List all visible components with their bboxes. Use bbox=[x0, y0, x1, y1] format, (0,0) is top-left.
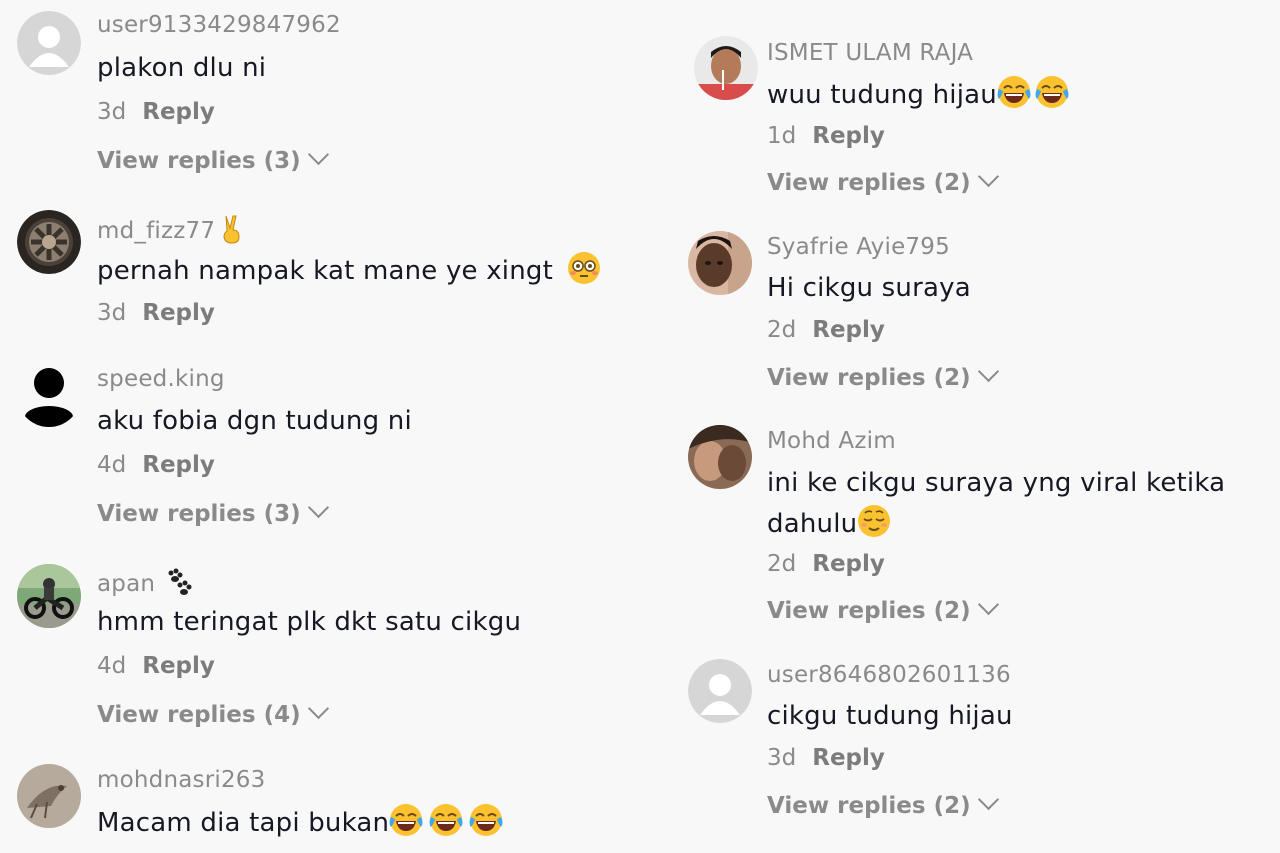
reply-button[interactable]: Reply bbox=[812, 317, 885, 343]
reply-button[interactable]: Reply bbox=[142, 653, 215, 679]
comment-meta: 3d Reply bbox=[97, 99, 215, 125]
bird-avatar-icon[interactable] bbox=[17, 764, 81, 828]
comment-meta: 2d Reply bbox=[767, 317, 885, 343]
car-wheel-avatar-icon[interactable] bbox=[17, 210, 81, 274]
view-replies-label: View replies (4) bbox=[97, 702, 301, 728]
silhouette-avatar-icon[interactable] bbox=[17, 363, 81, 427]
comment-meta: 3d Reply bbox=[767, 745, 885, 771]
comment-age: 3d bbox=[97, 300, 127, 326]
view-replies-label: View replies (3) bbox=[97, 148, 301, 174]
view-replies-label: View replies (2) bbox=[767, 170, 971, 196]
comment-username[interactable]: user8646802601136 bbox=[767, 662, 1011, 688]
face-avatar-icon[interactable] bbox=[688, 231, 752, 295]
view-replies-button[interactable]: View replies (3) bbox=[97, 496, 329, 527]
comments-screen: user9133429847962 plakon dlu ni 3d Reply … bbox=[0, 0, 1280, 853]
comment-username-text: md_fizz77 bbox=[97, 218, 216, 244]
chevron-down-icon bbox=[307, 697, 329, 720]
view-replies-label: View replies (3) bbox=[97, 501, 301, 527]
comment-text: hmm teringat plk dkt satu cikgu bbox=[97, 607, 522, 637]
chevron-down-icon bbox=[977, 593, 999, 616]
comment-age: 3d bbox=[97, 99, 127, 125]
view-replies-button[interactable]: View replies (2) bbox=[767, 360, 999, 391]
default-avatar-icon[interactable] bbox=[688, 659, 752, 723]
couple-avatar-icon[interactable] bbox=[688, 425, 752, 489]
comment-text: wuu tudung hijau bbox=[767, 75, 1069, 115]
comment-text-body: dahulu bbox=[767, 509, 858, 539]
tears-of-joy-emoji-icon bbox=[389, 803, 423, 837]
motorbike-avatar-icon[interactable] bbox=[17, 564, 81, 628]
view-replies-button[interactable]: View replies (4) bbox=[97, 697, 329, 728]
relieved-face-emoji-icon bbox=[857, 504, 891, 538]
chevron-down-icon bbox=[977, 165, 999, 188]
chevron-down-icon bbox=[977, 788, 999, 811]
comment-age: 2d bbox=[767, 551, 797, 577]
tears-of-joy-emoji-icon bbox=[997, 75, 1031, 109]
view-replies-label: View replies (2) bbox=[767, 793, 971, 819]
chevron-down-icon bbox=[977, 360, 999, 383]
comment-age: 4d bbox=[97, 653, 127, 679]
comment-age: 1d bbox=[767, 123, 797, 149]
comment-age: 4d bbox=[97, 452, 127, 478]
victory-hand-emoji-icon bbox=[219, 214, 247, 244]
comment-text: aku fobia dgn tudung ni bbox=[97, 406, 412, 436]
view-replies-button[interactable]: View replies (2) bbox=[767, 593, 999, 624]
tears-of-joy-emoji-icon bbox=[469, 803, 503, 837]
reply-button[interactable]: Reply bbox=[142, 300, 215, 326]
comment-username[interactable]: apan bbox=[97, 567, 193, 597]
comment-text-line: ini ke cikgu suraya yng viral ketika bbox=[767, 468, 1226, 498]
flushed-face-emoji-icon bbox=[567, 251, 601, 285]
chevron-down-icon bbox=[307, 496, 329, 519]
comment-text: pernah nampak kat mane ye xingt bbox=[97, 251, 601, 291]
comment-text-body: Macam dia tapi bukan bbox=[97, 808, 390, 838]
comment-username[interactable]: md_fizz77 bbox=[97, 214, 247, 244]
comment-text: dahulu bbox=[767, 504, 891, 544]
paw-prints-emoji-icon bbox=[165, 567, 193, 597]
comment-username[interactable]: user9133429847962 bbox=[97, 12, 341, 38]
comment-text: plakon dlu ni bbox=[97, 53, 267, 83]
reply-button[interactable]: Reply bbox=[812, 551, 885, 577]
tears-of-joy-emoji-icon bbox=[1035, 75, 1069, 109]
comment-meta: 4d Reply bbox=[97, 653, 215, 679]
reply-button[interactable]: Reply bbox=[142, 452, 215, 478]
tears-of-joy-emoji-icon bbox=[429, 803, 463, 837]
comment-meta: 3d Reply bbox=[97, 300, 215, 326]
comment-username[interactable]: Mohd Azim bbox=[767, 428, 896, 454]
view-replies-button[interactable]: View replies (3) bbox=[97, 143, 329, 174]
comment-username-text: apan bbox=[97, 571, 156, 597]
comment-meta: 4d Reply bbox=[97, 452, 215, 478]
comment-text: cikgu tudung hijau bbox=[767, 701, 1013, 731]
reply-button[interactable]: Reply bbox=[142, 99, 215, 125]
default-avatar-icon[interactable] bbox=[17, 11, 81, 75]
comment-username[interactable]: mohdnasri263 bbox=[97, 767, 265, 793]
comment-text: Hi cikgu suraya bbox=[767, 273, 971, 303]
comment-username[interactable]: Syafrie Ayie795 bbox=[767, 234, 950, 260]
comment-age: 3d bbox=[767, 745, 797, 771]
comment-username[interactable]: speed.king bbox=[97, 366, 225, 392]
reply-button[interactable]: Reply bbox=[812, 123, 885, 149]
person-avatar-icon[interactable] bbox=[694, 36, 758, 100]
view-replies-button[interactable]: View replies (2) bbox=[767, 788, 999, 819]
comment-username[interactable]: ISMET ULAM RAJA bbox=[767, 40, 973, 66]
comment-text: Macam dia tapi bukan bbox=[97, 803, 503, 843]
comment-age: 2d bbox=[767, 317, 797, 343]
comment-meta: 1d Reply bbox=[767, 123, 885, 149]
chevron-down-icon bbox=[307, 143, 329, 166]
comment-text-body: pernah nampak kat mane ye xingt bbox=[97, 256, 554, 286]
comment-text-body: wuu tudung hijau bbox=[767, 80, 997, 110]
view-replies-label: View replies (2) bbox=[767, 365, 971, 391]
view-replies-button[interactable]: View replies (2) bbox=[767, 165, 999, 196]
comment-meta: 2d Reply bbox=[767, 551, 885, 577]
view-replies-label: View replies (2) bbox=[767, 598, 971, 624]
reply-button[interactable]: Reply bbox=[812, 745, 885, 771]
